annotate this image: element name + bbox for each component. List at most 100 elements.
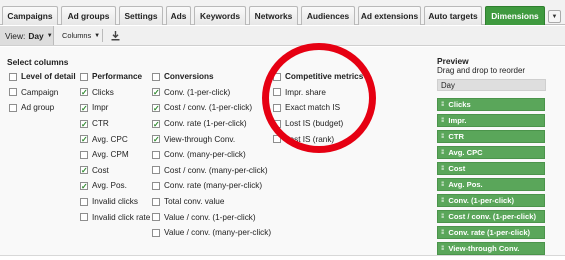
column-option-cost[interactable]: ✓ Cost [80, 163, 150, 179]
preview-item-label: View-through Conv. [448, 244, 520, 253]
checkbox[interactable] [80, 213, 88, 222]
checkbox[interactable] [9, 72, 17, 81]
checkbox-checked[interactable]: ✓ [80, 135, 88, 144]
column-option-conv-1-per-click[interactable]: ✓ Conv. (1-per-click) [152, 85, 271, 101]
column-option-invalid-clicks[interactable]: Invalid clicks [80, 194, 150, 210]
column-option-value-conv-many-per-click[interactable]: Value / conv. (many-per-click) [152, 225, 271, 241]
preview-item-avg-pos[interactable]: ⁞⁞ Avg. Pos. [437, 178, 545, 191]
checkbox-checked[interactable]: ✓ [152, 103, 160, 112]
checkbox[interactable] [80, 150, 88, 159]
chevron-down-icon[interactable]: ▼ [548, 10, 561, 23]
checkbox[interactable] [152, 197, 160, 206]
drag-handle-icon[interactable]: ⁞⁞ [441, 148, 445, 157]
preview-item-label: Avg. CPC [448, 148, 483, 157]
checkbox[interactable] [152, 150, 160, 159]
column-option-avg-pos[interactable]: ✓ Avg. Pos. [80, 178, 150, 194]
checkbox[interactable] [152, 166, 160, 175]
tab-networks[interactable]: Networks [249, 6, 298, 25]
preview-item-ctr[interactable]: ⁞⁞ CTR [437, 130, 545, 143]
column-option-view-through-conv[interactable]: ✓ View-through Conv. [152, 131, 271, 147]
preview-item-impr[interactable]: ⁞⁞ Impr. [437, 114, 545, 127]
preview-item-conv-rate-1-per-click[interactable]: ⁞⁞ Conv. rate (1-per-click) [437, 226, 545, 239]
column-option-invalid-click-rate[interactable]: Invalid click rate [80, 209, 150, 225]
drag-handle-icon[interactable]: ⁞⁞ [441, 244, 445, 253]
column-group-level-of-detail: Level of detail Campaign Ad group [9, 69, 76, 116]
column-option-avg-cpm[interactable]: Avg. CPM [80, 147, 150, 163]
chevron-down-icon: ▼ [94, 32, 101, 39]
preview-item-label: Cost / conv. (1-per-click) [448, 212, 536, 221]
column-option-label: Avg. Pos. [92, 181, 127, 191]
checkbox-checked[interactable]: ✓ [80, 88, 88, 97]
checkbox-checked[interactable]: ✓ [152, 88, 160, 97]
tab-audiences[interactable]: Audiences [301, 6, 355, 25]
checkbox-checked[interactable]: ✓ [152, 119, 160, 128]
column-option-label: Performance [92, 72, 143, 82]
checkbox-checked[interactable]: ✓ [152, 135, 160, 144]
column-option-conv-many-per-click[interactable]: Conv. (many-per-click) [152, 147, 271, 163]
column-option-conv-rate-1-per-click[interactable]: ✓ Conv. rate (1-per-click) [152, 116, 271, 132]
download-icon[interactable] [109, 29, 121, 42]
column-option-performance[interactable]: Performance [80, 69, 150, 85]
preview-item-conv-1-per-click[interactable]: ⁞⁞ Conv. (1-per-click) [437, 194, 545, 207]
drag-handle-icon[interactable]: ⁞⁞ [441, 100, 445, 109]
drag-handle-icon[interactable]: ⁞⁞ [441, 196, 445, 205]
chevron-down-icon: ▼ [46, 32, 53, 39]
column-option-impr[interactable]: ✓ Impr [80, 100, 150, 116]
checkbox[interactable] [80, 72, 88, 81]
column-option-label: Ad group [21, 103, 55, 113]
column-option-label: Level of detail [21, 72, 76, 82]
column-option-label: Avg. CPM [92, 150, 129, 160]
column-option-ad-group[interactable]: Ad group [9, 100, 76, 116]
column-option-avg-cpc[interactable]: ✓ Avg. CPC [80, 131, 150, 147]
checkbox[interactable] [80, 197, 88, 206]
column-option-label: Invalid clicks [92, 197, 138, 207]
preview-item-cost-conv-1-per-click[interactable]: ⁞⁞ Cost / conv. (1-per-click) [437, 210, 545, 223]
tab-auto-targets[interactable]: Auto targets [424, 6, 482, 25]
checkbox-checked[interactable]: ✓ [80, 166, 88, 175]
drag-handle-icon[interactable]: ⁞⁞ [441, 132, 445, 141]
drag-handle-icon[interactable]: ⁞⁞ [441, 180, 445, 189]
view-value: Day [28, 30, 44, 41]
view-dropdown[interactable]: View: Day ▼ [0, 26, 54, 45]
checkbox-checked[interactable]: ✓ [80, 103, 88, 112]
column-option-conv-rate-many-per-click[interactable]: Conv. rate (many-per-click) [152, 178, 271, 194]
column-option-label: Value / conv. (1-per-click) [164, 212, 256, 222]
tab-settings[interactable]: Settings [119, 6, 163, 25]
tab-dimensions[interactable]: Dimensions [485, 6, 545, 25]
preview-item-label: Clicks [448, 100, 471, 109]
tab-keywords[interactable]: Keywords [194, 6, 246, 25]
tab-campaigns[interactable]: Campaigns [2, 6, 58, 25]
column-option-ctr[interactable]: ✓ CTR [80, 116, 150, 132]
checkbox-checked[interactable]: ✓ [80, 181, 88, 190]
checkbox[interactable] [152, 213, 160, 222]
column-option-total-conv-value[interactable]: Total conv. value [152, 194, 271, 210]
preview-item-view-through-conv[interactable]: ⁞⁞ View-through Conv. [437, 242, 545, 255]
checkbox[interactable] [152, 228, 160, 237]
column-option-level-of-detail[interactable]: Level of detail [9, 69, 76, 85]
tab-ads[interactable]: Ads [166, 6, 191, 25]
checkbox[interactable] [9, 103, 17, 112]
column-option-value-conv-1-per-click[interactable]: Value / conv. (1-per-click) [152, 209, 271, 225]
tab-ad-extensions[interactable]: Ad extensions [358, 6, 421, 25]
checkbox-checked[interactable]: ✓ [80, 119, 88, 128]
column-option-cost-conv-many-per-click[interactable]: Cost / conv. (many-per-click) [152, 163, 271, 179]
column-option-cost-conv-1-per-click[interactable]: ✓ Cost / conv. (1-per-click) [152, 100, 271, 116]
preview-item-avg-cpc[interactable]: ⁞⁞ Avg. CPC [437, 146, 545, 159]
drag-handle-icon[interactable]: ⁞⁞ [441, 228, 445, 237]
preview-item-clicks[interactable]: ⁞⁞ Clicks [437, 98, 545, 111]
checkbox[interactable] [152, 72, 160, 81]
checkbox[interactable] [9, 88, 17, 97]
preview-subtitle: Drag and drop to reorder [437, 66, 526, 75]
column-option-clicks[interactable]: ✓ Clicks [80, 85, 150, 101]
preview-item-label: Cost [448, 164, 466, 173]
drag-handle-icon[interactable]: ⁞⁞ [441, 212, 445, 221]
column-option-conversions[interactable]: Conversions [152, 69, 271, 85]
checkbox[interactable] [152, 181, 160, 190]
column-option-label: Value / conv. (many-per-click) [164, 228, 272, 238]
tab-ad-groups[interactable]: Ad groups [61, 6, 116, 25]
column-option-campaign[interactable]: Campaign [9, 85, 76, 101]
drag-handle-icon[interactable]: ⁞⁞ [441, 116, 445, 125]
columns-dropdown[interactable]: Columns ▼ [62, 28, 100, 43]
drag-handle-icon[interactable]: ⁞⁞ [441, 164, 445, 173]
preview-item-cost[interactable]: ⁞⁞ Cost [437, 162, 545, 175]
